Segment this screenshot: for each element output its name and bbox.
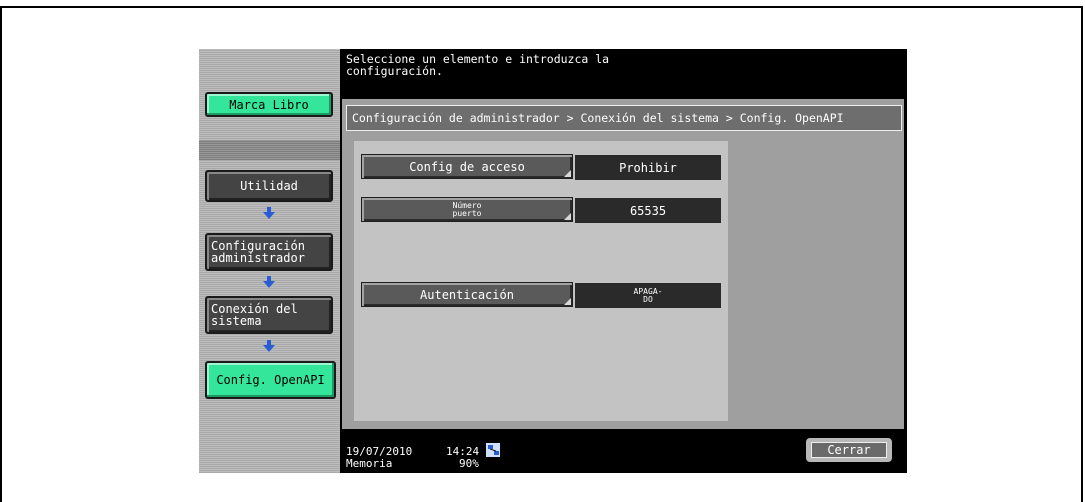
settings-box <box>354 141 728 421</box>
nav-openapi-button[interactable]: Config. OpenAPI <box>205 361 336 399</box>
access-setting-button[interactable]: Config de acceso <box>361 154 573 179</box>
access-setting-value-text: Prohibir <box>619 160 677 175</box>
nav-utility-label: Utilidad <box>240 179 298 193</box>
nav-system-connection-button[interactable]: Conexión del sistema <box>205 296 333 334</box>
memory-label: Memoria <box>346 457 393 470</box>
authentication-label: Autenticación <box>420 287 514 302</box>
bookmark-button-label: Marca Libro <box>229 97 309 112</box>
authentication-value: APAGA- DO <box>575 283 721 308</box>
breadcrumb: Configuración de administrador > Conexió… <box>346 105 902 131</box>
authentication-button[interactable]: Autenticación <box>361 282 573 307</box>
breadcrumb-text: Configuración de administrador > Conexió… <box>352 111 844 125</box>
bookmark-button[interactable]: Marca Libro <box>205 92 333 117</box>
access-setting-value: Prohibir <box>575 155 721 180</box>
port-number-label-line2: puerto <box>452 208 482 218</box>
authentication-value-line2: DO <box>643 294 653 304</box>
port-number-value-text: 65535 <box>629 203 667 218</box>
arrow-down-icon <box>263 340 275 352</box>
status-time: 14:24 <box>446 445 480 458</box>
nav-admin-settings-label-line2: administrador <box>211 251 305 265</box>
nav-admin-settings-button[interactable]: Configuración administrador <box>205 233 333 271</box>
port-number-button[interactable]: Número puerto <box>361 197 573 222</box>
port-number-value: 65535 <box>575 198 721 223</box>
status-date: 19/07/2010 <box>346 445 413 458</box>
instruction-line2: configuración. <box>346 64 443 78</box>
network-icon <box>486 443 500 457</box>
arrow-down-icon <box>263 276 275 288</box>
nav-system-connection-label-line2: sistema <box>211 314 262 328</box>
close-button-label: Cerrar <box>827 443 871 457</box>
left-panel-band <box>199 140 340 160</box>
arrow-down-icon <box>263 207 275 219</box>
nav-openapi-label: Config. OpenAPI <box>216 373 325 387</box>
close-button-inner: Cerrar <box>811 442 887 458</box>
access-setting-label: Config de acceso <box>409 159 525 174</box>
nav-utility-button[interactable]: Utilidad <box>205 170 333 202</box>
instruction-message: Seleccione un elemento e introduzca la co… <box>346 53 609 77</box>
close-button[interactable]: Cerrar <box>805 437 893 463</box>
memory-value: 90% <box>459 457 479 470</box>
